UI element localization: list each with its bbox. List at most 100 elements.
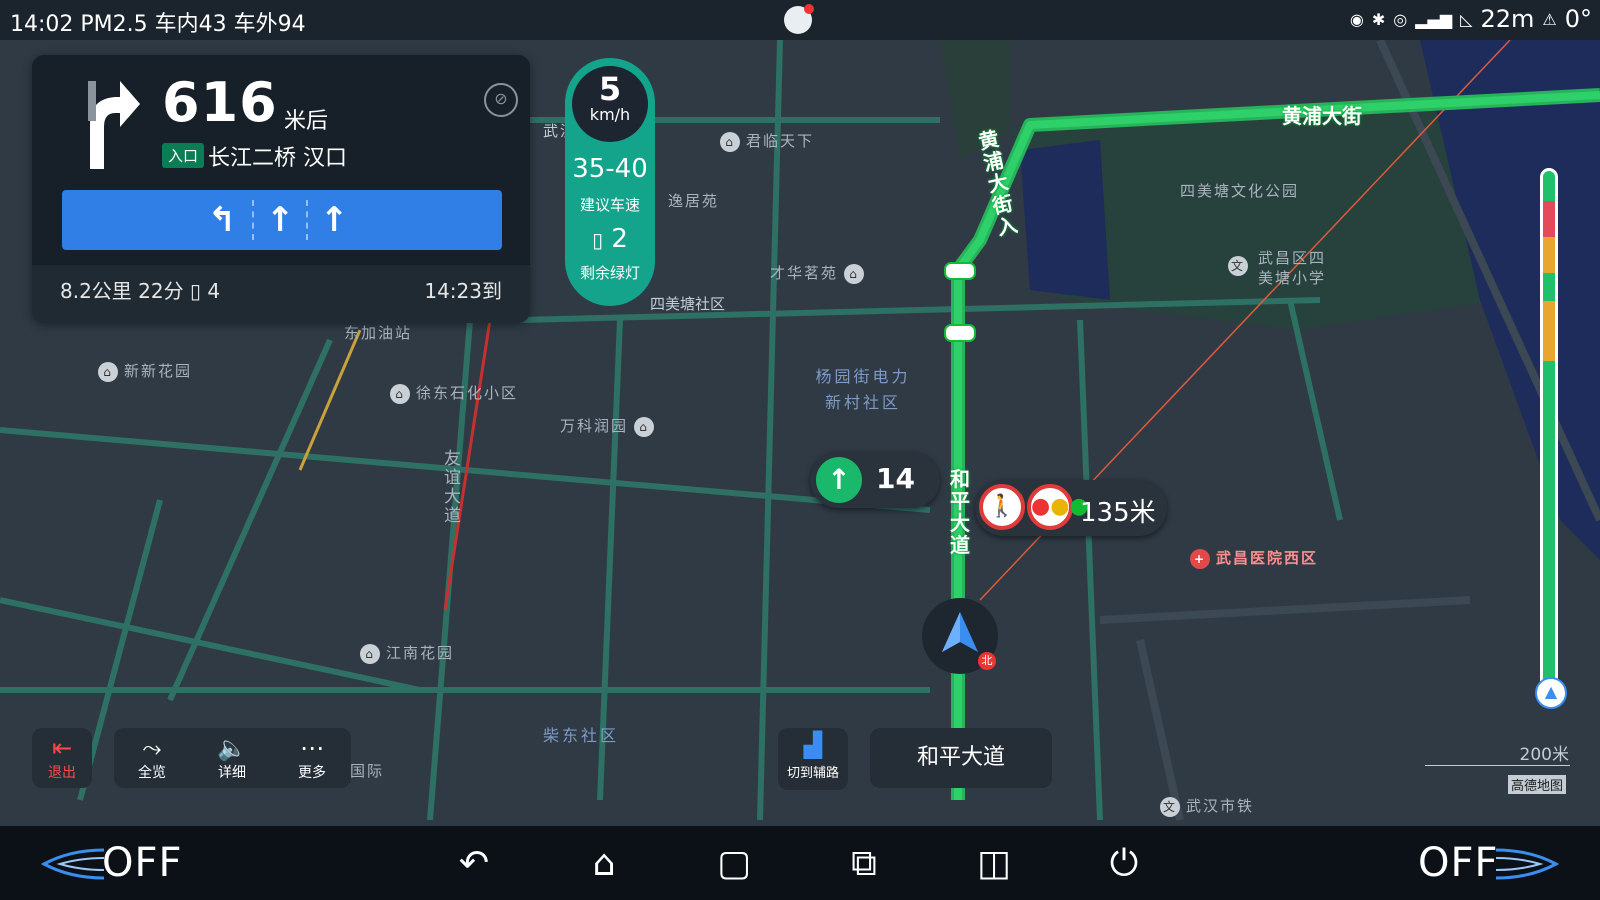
switch-aux-road-button[interactable]: ▟ 切到辅路 <box>778 728 848 790</box>
compass-north-icon[interactable]: 北 <box>978 652 996 670</box>
poi-jiangnan-garden: ⌂ 江南花园 <box>360 642 454 664</box>
status-bar: 14:02 PM2.5 车内43 车外94 ◉ ✱ ◎ ▂▄▆ ◺ 22m ⚠ … <box>0 0 1600 40</box>
building-icon: ⌂ <box>98 361 118 382</box>
power-icon[interactable]: ⏻ <box>1100 842 1148 886</box>
more-label: 更多 <box>298 765 326 781</box>
current-speed: 5 km/h <box>572 66 648 142</box>
detail-button[interactable]: 🔈 详细 <box>202 734 262 782</box>
right-fan-icon[interactable] <box>1496 846 1560 882</box>
traffic-camera-callout: 🚶 ●●● 135米 <box>975 480 1167 536</box>
current-speed-value: 5 <box>598 70 622 108</box>
angle-value: 0° <box>1564 5 1592 33</box>
school-icon: 文 <box>1228 256 1248 276</box>
progress-segment-red <box>1543 201 1555 237</box>
altitude-icon: ◺ <box>1460 9 1473 29</box>
status-icons: ◉ ✱ ◎ ▂▄▆ ◺ 22m ⚠ 0° <box>1350 5 1592 33</box>
building-icon: ⌂ <box>360 643 380 664</box>
traffic-light-distance: 135米 <box>1080 498 1156 528</box>
exit-label: 退出 <box>48 765 76 781</box>
lane-guidance: ↰ ↑ ↑ <box>62 190 502 250</box>
green-lights-label: 剩余绿灯 <box>579 264 640 282</box>
right-climate-status[interactable]: OFF <box>1418 840 1499 886</box>
school-icon: 文 <box>1160 796 1180 817</box>
traffic-light-icon: ▯ <box>592 228 604 252</box>
traffic-light-node <box>944 324 976 342</box>
navigation-arrow-icon <box>942 612 978 652</box>
sound-off-icon[interactable]: ⊘ <box>484 83 518 117</box>
guidance-panel[interactable]: 616 米后 入口 长江二桥 汉口 ⊘ ↰ ↑ ↑ 8.2公里 22分 ▯ 4 … <box>32 55 530 323</box>
route-overview-icon: ⤳ <box>142 734 162 762</box>
suggested-speed: 35-40 <box>572 154 648 184</box>
left-fan-icon[interactable] <box>40 846 104 882</box>
bluetooth-icon: ✱ <box>1371 9 1386 29</box>
overview-button[interactable]: ⤳ 全览 <box>122 734 182 782</box>
notification-icon[interactable] <box>784 4 814 34</box>
notification-dot <box>804 4 814 14</box>
exit-icon: ⇤ <box>51 734 73 762</box>
location-icon: ◉ <box>1349 9 1364 29</box>
aux-road-icon: ▟ <box>803 731 823 759</box>
poi-xudong-shihua: ⌂ 徐东石化小区 <box>390 382 518 404</box>
tilt-icon: ⚠ <box>1542 9 1557 29</box>
exit-button[interactable]: ⇤ 退出 <box>32 728 92 788</box>
road-label-huangpu: 黄浦大街 <box>1282 104 1362 128</box>
altitude-value: 22m <box>1480 5 1535 33</box>
guidance-header: 616 米后 入口 长江二桥 汉口 ⊘ ↰ ↑ ↑ <box>32 55 530 265</box>
speaker-icon: 🔈 <box>217 734 247 762</box>
current-speed-unit: km/h <box>589 105 631 124</box>
traffic-light-node <box>944 262 976 280</box>
building-icon: ⌂ <box>634 416 655 437</box>
road-label-heping: 和平大道 <box>950 467 970 557</box>
progress-car-icon: ▲ <box>1535 677 1567 709</box>
progress-segment-orange <box>1543 237 1555 273</box>
turn-distance: 616 <box>162 71 278 134</box>
more-icon: ⋯ <box>300 734 324 762</box>
traffic-light-icon: ●●● <box>1027 484 1089 530</box>
more-button[interactable]: ⋯ 更多 <box>282 734 342 782</box>
green-lights-count: ▯ 2 <box>592 224 628 254</box>
poi-vanke: 万科润园 ⌂ <box>560 415 660 437</box>
car-view-icon[interactable]: ⧉ <box>840 842 888 886</box>
map-scale-label: 200米 <box>1519 745 1569 765</box>
district-chaidong: 柴东社区 <box>543 726 620 745</box>
straight-lane-icon: ↑ <box>319 200 349 240</box>
next-road-name: 长江二桥 汉口 <box>208 146 347 171</box>
signal-icon: ▂▄▆ <box>1415 9 1453 29</box>
poi-xinxin-garden: ⌂ 新新花园 <box>98 360 192 382</box>
turn-right-arrow-icon <box>88 81 140 169</box>
map-brand-logo: 高德地图 <box>1508 775 1567 794</box>
poi-yiju: 逸居苑 <box>668 192 720 210</box>
split-screen-icon[interactable]: ◫ <box>970 842 1018 886</box>
car-position: 北 <box>922 598 998 674</box>
poi-guoji: 国际 <box>350 762 385 780</box>
overview-label: 全览 <box>138 765 166 781</box>
back-icon[interactable]: ↶ <box>450 842 498 886</box>
poi-wuhan-railway: 文武汉市铁 <box>1160 795 1254 817</box>
suggested-speed-label: 建议车速 <box>579 196 640 214</box>
pedestrian-crossing-icon: 🚶 <box>979 484 1025 530</box>
poi-caihua: 才华茗苑 ⌂ <box>770 262 870 284</box>
poi-junlin: ⌂ 君临天下 <box>720 130 814 152</box>
straight-lane-icon: ↑ <box>265 200 295 240</box>
aux-road-label: 切到辅路 <box>786 766 839 781</box>
gps-icon: ◎ <box>1393 9 1408 29</box>
recent-apps-icon[interactable]: ▢ <box>710 842 758 886</box>
system-nav-bar: OFF ↶ ⌂ ▢ ⧉ ◫ ⏻ OFF <box>0 826 1600 900</box>
building-icon: ⌂ <box>390 383 410 404</box>
road-label-youyi: 友谊大道 <box>444 449 461 526</box>
home-icon[interactable]: ⌂ <box>580 842 628 886</box>
next-turn-count: 14 <box>876 462 915 495</box>
detail-label: 详细 <box>218 765 246 781</box>
map-control-group: ⤳ 全览 🔈 详细 ⋯ 更多 <box>114 728 351 788</box>
poi-simeitang-community: 四美塘社区 <box>650 295 726 313</box>
poi-simeitang-park: 四美塘文化公园 <box>1180 182 1300 200</box>
progress-segment-orange <box>1543 301 1555 361</box>
route-progress-bar: ▲ <box>1535 168 1567 709</box>
building-icon: ⌂ <box>720 131 740 152</box>
speed-panel: 5 km/h 35-40 建议车速 ▯ 2 剩余绿灯 <box>565 58 655 306</box>
turn-distance-unit: 米后 <box>284 109 329 134</box>
left-climate-status[interactable]: OFF <box>102 840 183 886</box>
building-icon: ⌂ <box>844 263 865 284</box>
trip-eta: 14:23到 <box>424 279 502 303</box>
hospital-icon: + <box>1190 548 1210 569</box>
